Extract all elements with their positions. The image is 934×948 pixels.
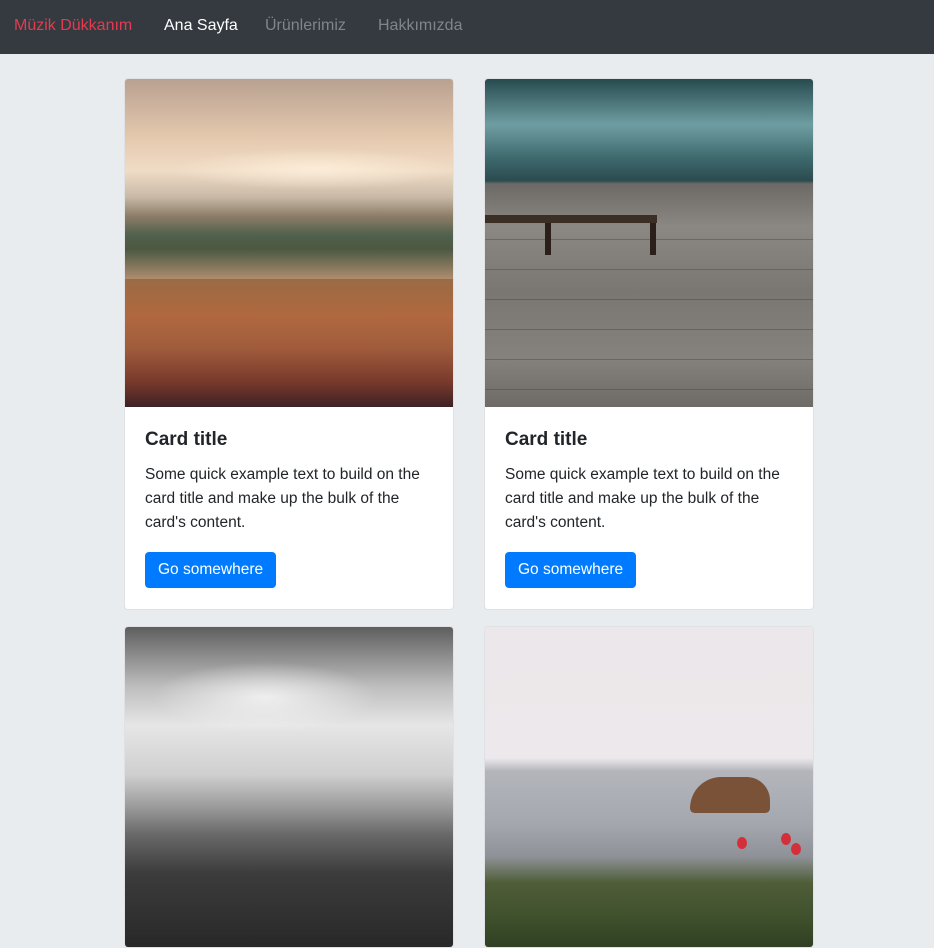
nav-link-home[interactable]: Ana Sayfa xyxy=(164,17,238,35)
deck-plank xyxy=(485,329,813,330)
deck-plank xyxy=(485,389,813,390)
deck-plank xyxy=(485,359,813,360)
coastal-rock xyxy=(690,777,770,813)
card: Card title Some quick example text to bu… xyxy=(124,78,454,610)
card-image-wooden-deck xyxy=(485,79,813,407)
card-title: Card title xyxy=(145,429,228,450)
card-image-mountains xyxy=(125,627,453,947)
card xyxy=(484,626,814,948)
go-somewhere-button[interactable]: Go somewhere xyxy=(145,552,277,588)
nav-link-about[interactable]: Hakkımızda xyxy=(378,17,462,35)
bench-leg xyxy=(650,223,656,255)
brand-link[interactable]: Müzik Dükkanım xyxy=(14,17,132,35)
card-text: Some quick example text to build on the … xyxy=(505,466,780,531)
card-text: Some quick example text to build on the … xyxy=(145,466,420,531)
nav-link-products[interactable]: Ürünlerimiz xyxy=(265,17,346,35)
red-flower xyxy=(791,843,801,855)
wave-foam xyxy=(125,219,453,279)
bench-leg xyxy=(545,223,551,255)
go-somewhere-button[interactable]: Go somewhere xyxy=(505,552,637,588)
deck-plank xyxy=(485,239,813,240)
card xyxy=(124,626,454,948)
card: Card title Some quick example text to bu… xyxy=(484,78,814,610)
deck-plank xyxy=(485,299,813,300)
card-image-coast-flowers xyxy=(485,627,813,947)
card-body: Card title Some quick example text to bu… xyxy=(485,407,813,608)
red-flower xyxy=(737,837,747,849)
navbar: Müzik Dükkanım Ana Sayfa Ürünlerimiz Hak… xyxy=(0,0,934,54)
red-flower xyxy=(781,833,791,845)
card-image-sea-wave xyxy=(125,79,453,407)
card-body: Card title Some quick example text to bu… xyxy=(125,407,453,608)
deck-plank xyxy=(485,269,813,270)
card-title: Card title xyxy=(505,429,588,450)
bench xyxy=(485,215,657,223)
